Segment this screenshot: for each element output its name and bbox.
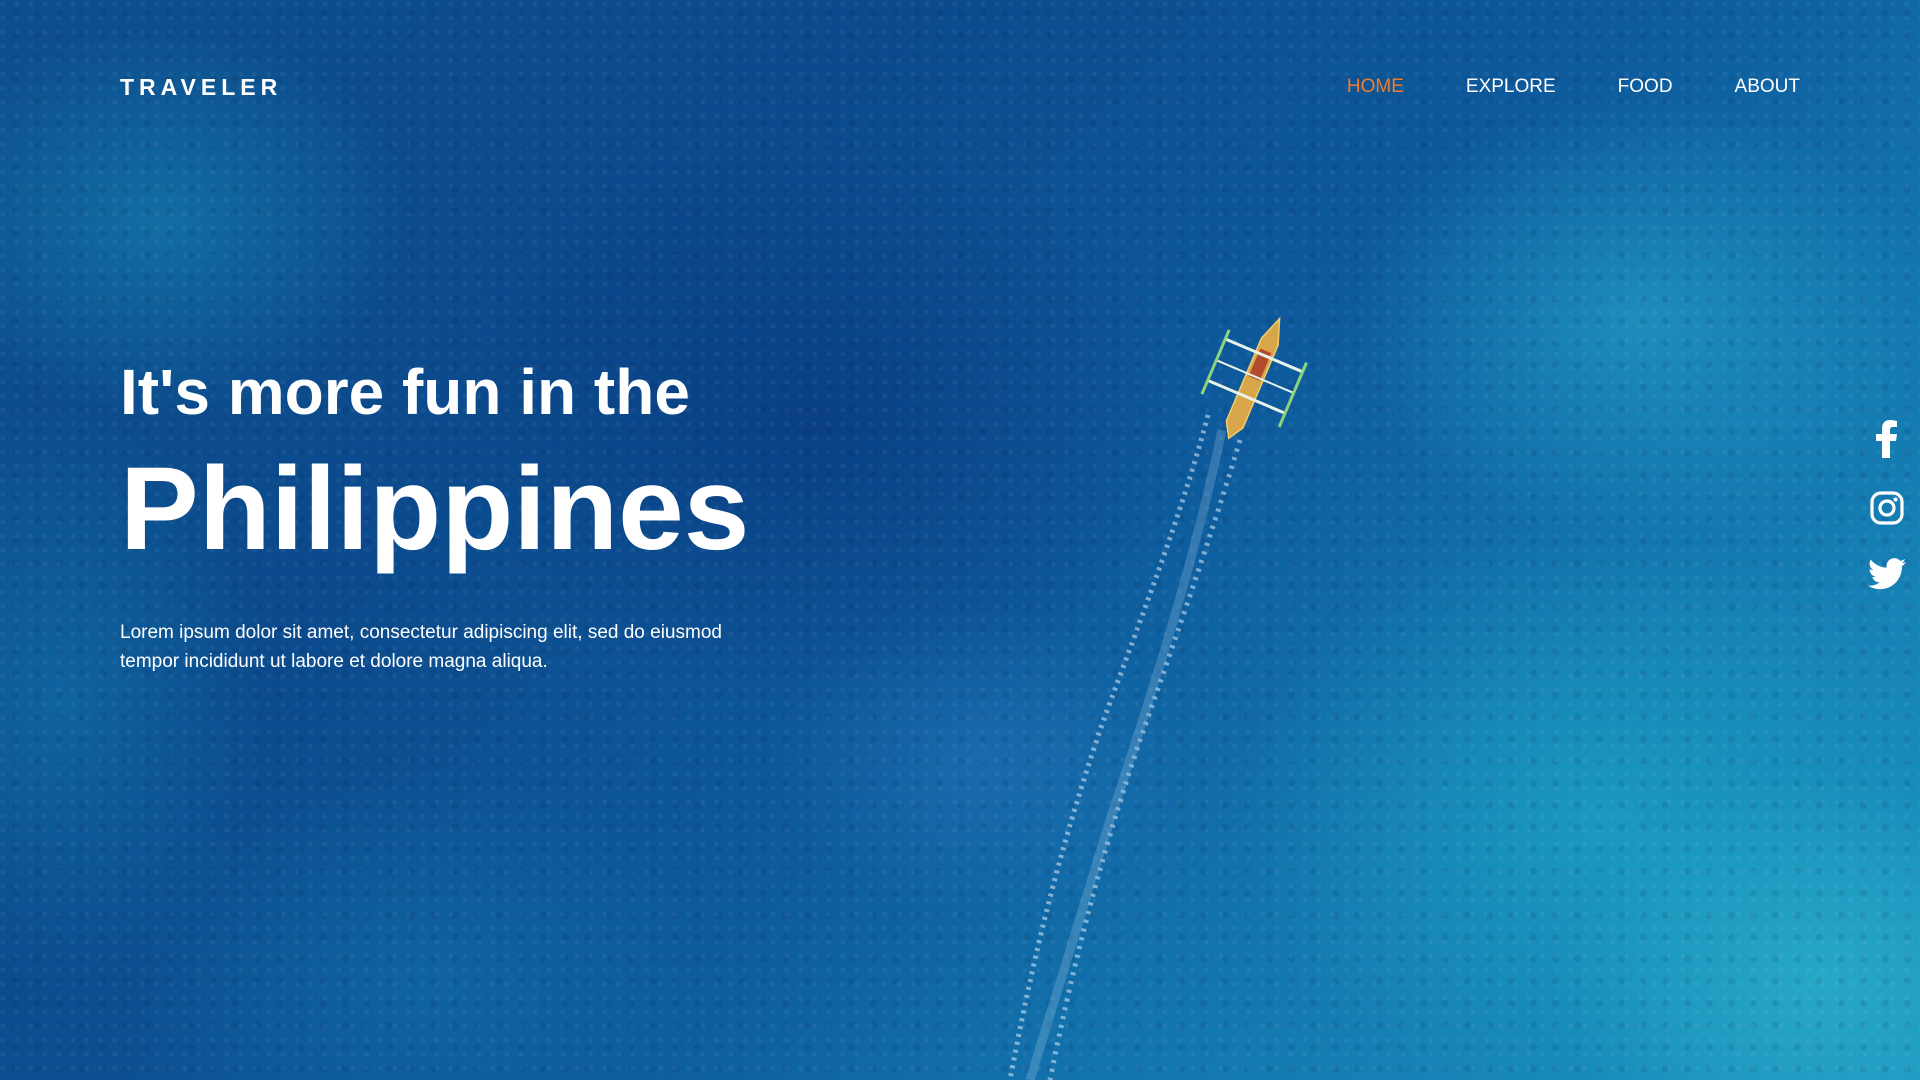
twitter-icon[interactable] (1868, 558, 1906, 595)
nav-item-explore[interactable]: EXPLORE (1466, 76, 1556, 98)
hero-description: Lorem ipsum dolor sit amet, consectetur … (120, 622, 722, 672)
instagram-icon[interactable] (1870, 491, 1904, 530)
facebook-icon[interactable] (1876, 420, 1898, 463)
nav-item-food[interactable]: FOOD (1618, 76, 1673, 98)
hero-destination: Philippines (120, 443, 750, 575)
site-logo[interactable]: TRAVELER (120, 74, 282, 101)
main-nav: HOME EXPLORE FOOD ABOUT (1347, 76, 1800, 98)
hero-section: It's more fun in the Philippines Lorem i… (120, 360, 780, 676)
nav-item-home[interactable]: HOME (1347, 76, 1404, 98)
social-links (1868, 420, 1906, 595)
hero-headline: It's more fun in the (120, 356, 690, 428)
nav-item-about[interactable]: ABOUT (1735, 76, 1800, 98)
hero-page: TRAVELER HOME EXPLORE FOOD ABOUT It's mo… (0, 0, 1920, 1080)
